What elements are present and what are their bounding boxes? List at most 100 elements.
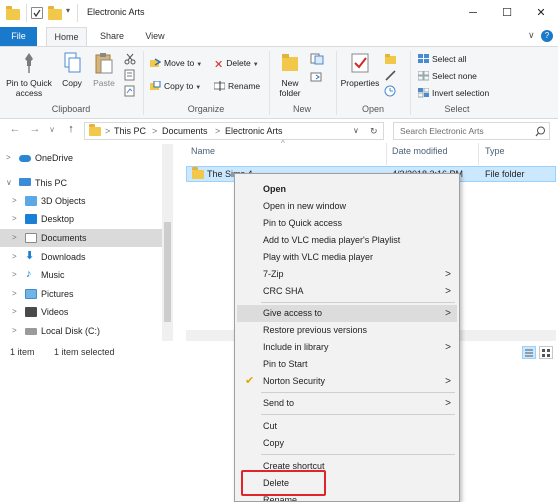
chevron-right-icon[interactable]: > (12, 248, 17, 266)
easy-access-icon[interactable] (310, 71, 326, 85)
search-box[interactable]: Search Electronic Arts (393, 122, 550, 140)
new-item-icon[interactable] (310, 53, 326, 67)
customize-qa-dropdown[interactable]: ▾ (66, 6, 70, 15)
chevron-right-icon[interactable]: > (12, 192, 17, 210)
cut-icon[interactable] (124, 53, 136, 67)
history-icon[interactable] (384, 85, 398, 99)
nav-item-desktop[interactable]: > Desktop (0, 210, 162, 228)
copy-button[interactable]: Copy (58, 51, 86, 88)
menu-item-crc-sha[interactable]: CRC SHA > (237, 283, 457, 300)
menu-item-norton[interactable]: ✔ Norton Security > (237, 373, 457, 390)
menu-item-vlc-playlist[interactable]: Add to VLC media player's Playlist (237, 232, 457, 249)
breadcrumb-electronic-arts[interactable]: Electronic Arts (225, 126, 283, 136)
music-note-icon: ♪ (26, 268, 32, 280)
column-header-date[interactable]: Date modified (392, 146, 448, 156)
open-icon[interactable] (384, 53, 398, 67)
nav-item-videos[interactable]: > Videos (0, 303, 162, 321)
recent-locations-dropdown[interactable]: ∨ (45, 125, 59, 134)
invert-selection-button[interactable]: Invert selection (417, 86, 490, 100)
chevron-right-icon[interactable]: > (12, 303, 17, 321)
invert-selection-label: Invert selection (432, 88, 490, 98)
menu-item-send-to[interactable]: Send to > (237, 395, 457, 412)
new-folder-qa-icon[interactable] (48, 6, 62, 20)
menu-item-open-new-window[interactable]: Open in new window (237, 198, 457, 215)
menu-item-pin-quick-access[interactable]: Pin to Quick access (237, 215, 457, 232)
close-button[interactable]: ✕ (524, 0, 558, 27)
address-bar[interactable]: > This PC > Documents > Electronic Arts … (84, 122, 384, 140)
large-icons-view-button[interactable] (539, 346, 553, 359)
submenu-arrow-icon: > (445, 308, 451, 319)
desktop-icon (25, 214, 37, 224)
select-all-button[interactable]: Select all (418, 52, 467, 66)
up-button[interactable]: ↑ (64, 123, 78, 135)
paste-shortcut-icon[interactable] (124, 85, 136, 99)
chevron-right-icon[interactable]: > (12, 266, 17, 284)
chevron-right-icon[interactable]: > (12, 229, 17, 247)
norton-check-icon: ✔ (245, 375, 255, 387)
edit-icon[interactable] (384, 69, 398, 83)
download-arrow-icon: ⬇ (25, 250, 35, 262)
tab-view[interactable]: View (138, 27, 172, 46)
folder-icon (6, 6, 20, 20)
menu-item-copy[interactable]: Copy (237, 435, 457, 452)
menu-item-cut[interactable]: Cut (237, 418, 457, 435)
nav-scrollbar[interactable] (162, 144, 173, 341)
chevron-right-icon[interactable]: > (12, 210, 17, 228)
nav-item-pictures[interactable]: > Pictures (0, 285, 162, 303)
nav-item-local-disk[interactable]: > Local Disk (C:) (0, 322, 162, 340)
new-folder-button[interactable]: New folder (273, 51, 307, 98)
ribbon-collapse-chevron-icon[interactable]: ∨ (528, 30, 535, 41)
menu-item-7zip[interactable]: 7-Zip > (237, 266, 457, 283)
copy-icon (61, 51, 83, 75)
properties-button[interactable]: Properties (339, 51, 381, 88)
nav-item-3d-objects[interactable]: > 3D Objects (0, 192, 162, 210)
column-header-type[interactable]: Type (485, 146, 505, 156)
menu-item-open[interactable]: Open (237, 181, 457, 198)
rename-button[interactable]: Rename (213, 79, 260, 93)
column-header-name[interactable]: Name (191, 146, 215, 156)
breadcrumb-documents[interactable]: Documents (162, 126, 208, 136)
nav-item-downloads[interactable]: > ⬇ Downloads (0, 248, 162, 266)
chevron-down-icon[interactable]: ∨ (6, 174, 12, 192)
help-icon[interactable]: ? (541, 30, 553, 42)
back-button[interactable]: ← (8, 123, 22, 135)
chevron-right-icon[interactable]: > (6, 149, 11, 167)
menu-item-give-access[interactable]: Give access to > (237, 305, 457, 322)
move-to-button[interactable]: Move to ▼ (150, 56, 202, 70)
delete-ribbon-button[interactable]: ✕ Delete ▼ (214, 56, 259, 71)
select-none-icon (417, 70, 430, 81)
details-view-button[interactable] (522, 346, 536, 359)
forward-button[interactable]: → (28, 123, 42, 135)
copy-path-icon[interactable] (124, 69, 136, 83)
rename-icon (213, 81, 226, 91)
tab-home[interactable]: Home (46, 27, 87, 47)
menu-item-pin-start[interactable]: Pin to Start (237, 356, 457, 373)
tab-file[interactable]: File (0, 27, 37, 46)
paste-button[interactable]: Paste (89, 51, 119, 88)
maximize-button[interactable]: ☐ (490, 0, 524, 27)
pin-quick-access-button[interactable]: Pin to Quick access (3, 51, 55, 98)
refresh-icon[interactable]: ↻ (370, 126, 378, 137)
menu-item-vlc-play[interactable]: Play with VLC media player (237, 249, 457, 266)
chevron-right-icon[interactable]: > (12, 322, 17, 340)
nav-item-music[interactable]: > ♪ Music (0, 266, 162, 284)
tab-share[interactable]: Share (93, 27, 131, 46)
select-none-button[interactable]: Select none (417, 69, 477, 83)
copy-to-button[interactable]: Copy to ▼ (150, 79, 201, 93)
minimize-button[interactable]: ─ (456, 0, 490, 27)
properties-qa-icon[interactable] (31, 7, 43, 19)
address-history-dropdown[interactable]: ∨ (353, 126, 359, 135)
details-view-icon (525, 349, 533, 357)
menu-item-label: Open in new window (263, 201, 347, 211)
chevron-right-icon[interactable]: > (12, 285, 17, 303)
menu-item-include-library[interactable]: Include in library > (237, 339, 457, 356)
sort-indicator-icon: ^ (281, 139, 285, 148)
menu-item-label: Send to (263, 398, 295, 408)
nav-item-onedrive[interactable]: > OneDrive (0, 149, 162, 167)
nav-item-this-pc[interactable]: ∨ This PC (0, 174, 162, 192)
nav-item-documents[interactable]: > Documents (0, 229, 162, 247)
breadcrumb-this-pc[interactable]: This PC (114, 126, 146, 136)
nav-scroll-thumb[interactable] (164, 222, 171, 322)
menu-item-restore-versions[interactable]: Restore previous versions (237, 322, 457, 339)
folder-icon (192, 167, 204, 179)
